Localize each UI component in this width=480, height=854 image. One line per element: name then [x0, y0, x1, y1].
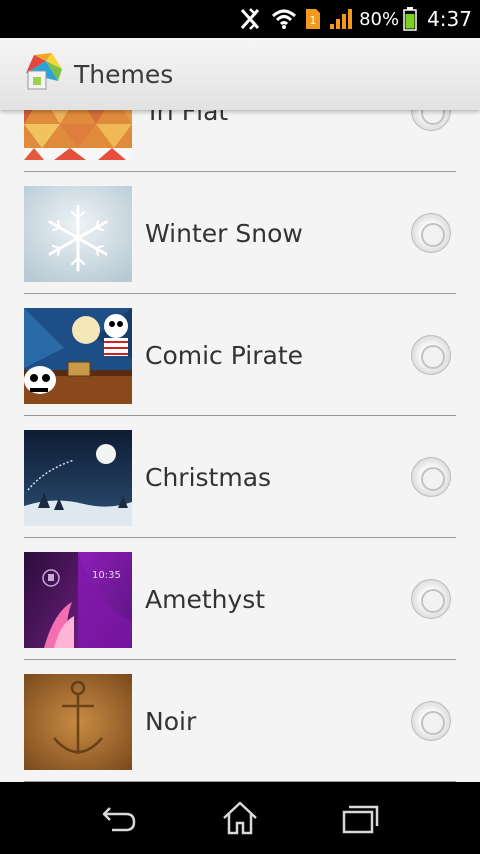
theme-thumbnail-winter-snow — [24, 186, 132, 282]
theme-name: Tri Flat — [145, 110, 229, 126]
theme-radio-button[interactable] — [411, 110, 451, 131]
clock: 4:37 — [427, 7, 472, 31]
action-bar: Themes — [0, 38, 480, 110]
theme-thumbnail-tri-flat — [24, 110, 132, 160]
svg-text:1: 1 — [310, 14, 317, 27]
theme-row-amethyst[interactable]: 10:35 Amethyst — [24, 538, 456, 660]
themes-app-icon[interactable] — [22, 51, 64, 97]
theme-radio-button[interactable] — [411, 335, 451, 375]
theme-row-noir[interactable]: Noir — [24, 660, 456, 782]
theme-row-christmas[interactable]: Christmas — [24, 416, 456, 538]
theme-name: Winter Snow — [145, 218, 303, 248]
signal-icon — [329, 8, 353, 30]
theme-list[interactable]: Tri Flat Winter Snow Comic Pirate Christ… — [0, 110, 480, 782]
status-bar: 1 80% 4:37 — [0, 0, 480, 38]
theme-row-tri-flat[interactable]: Tri Flat — [24, 110, 456, 172]
theme-name: Amethyst — [145, 584, 266, 614]
home-icon[interactable] — [220, 800, 260, 836]
theme-radio-button[interactable] — [411, 701, 451, 741]
theme-radio-button[interactable] — [411, 213, 451, 253]
theme-name: Noir — [145, 706, 197, 736]
theme-thumbnail-comic-pirate — [24, 308, 132, 404]
battery-percent: 80% — [359, 8, 400, 30]
theme-radio-button[interactable] — [411, 457, 451, 497]
theme-row-comic-pirate[interactable]: Comic Pirate — [24, 294, 456, 416]
theme-name: Christmas — [145, 462, 272, 492]
thumbnail-clock: 10:35 — [92, 570, 121, 581]
navigation-bar — [0, 782, 480, 854]
sim-notice-icon: 1 — [305, 8, 321, 30]
theme-row-winter-snow[interactable]: Winter Snow — [24, 172, 456, 294]
theme-radio-button[interactable] — [411, 579, 451, 619]
recent-apps-icon[interactable] — [340, 800, 380, 836]
theme-thumbnail-noir — [24, 674, 132, 770]
nfc-off-icon — [237, 7, 263, 31]
battery-icon — [403, 7, 417, 31]
wifi-icon — [271, 8, 297, 30]
page-title: Themes — [74, 59, 174, 89]
back-icon[interactable] — [100, 800, 140, 836]
theme-thumbnail-amethyst: 10:35 — [24, 552, 132, 648]
theme-thumbnail-christmas — [24, 430, 132, 526]
theme-name: Comic Pirate — [145, 340, 303, 370]
